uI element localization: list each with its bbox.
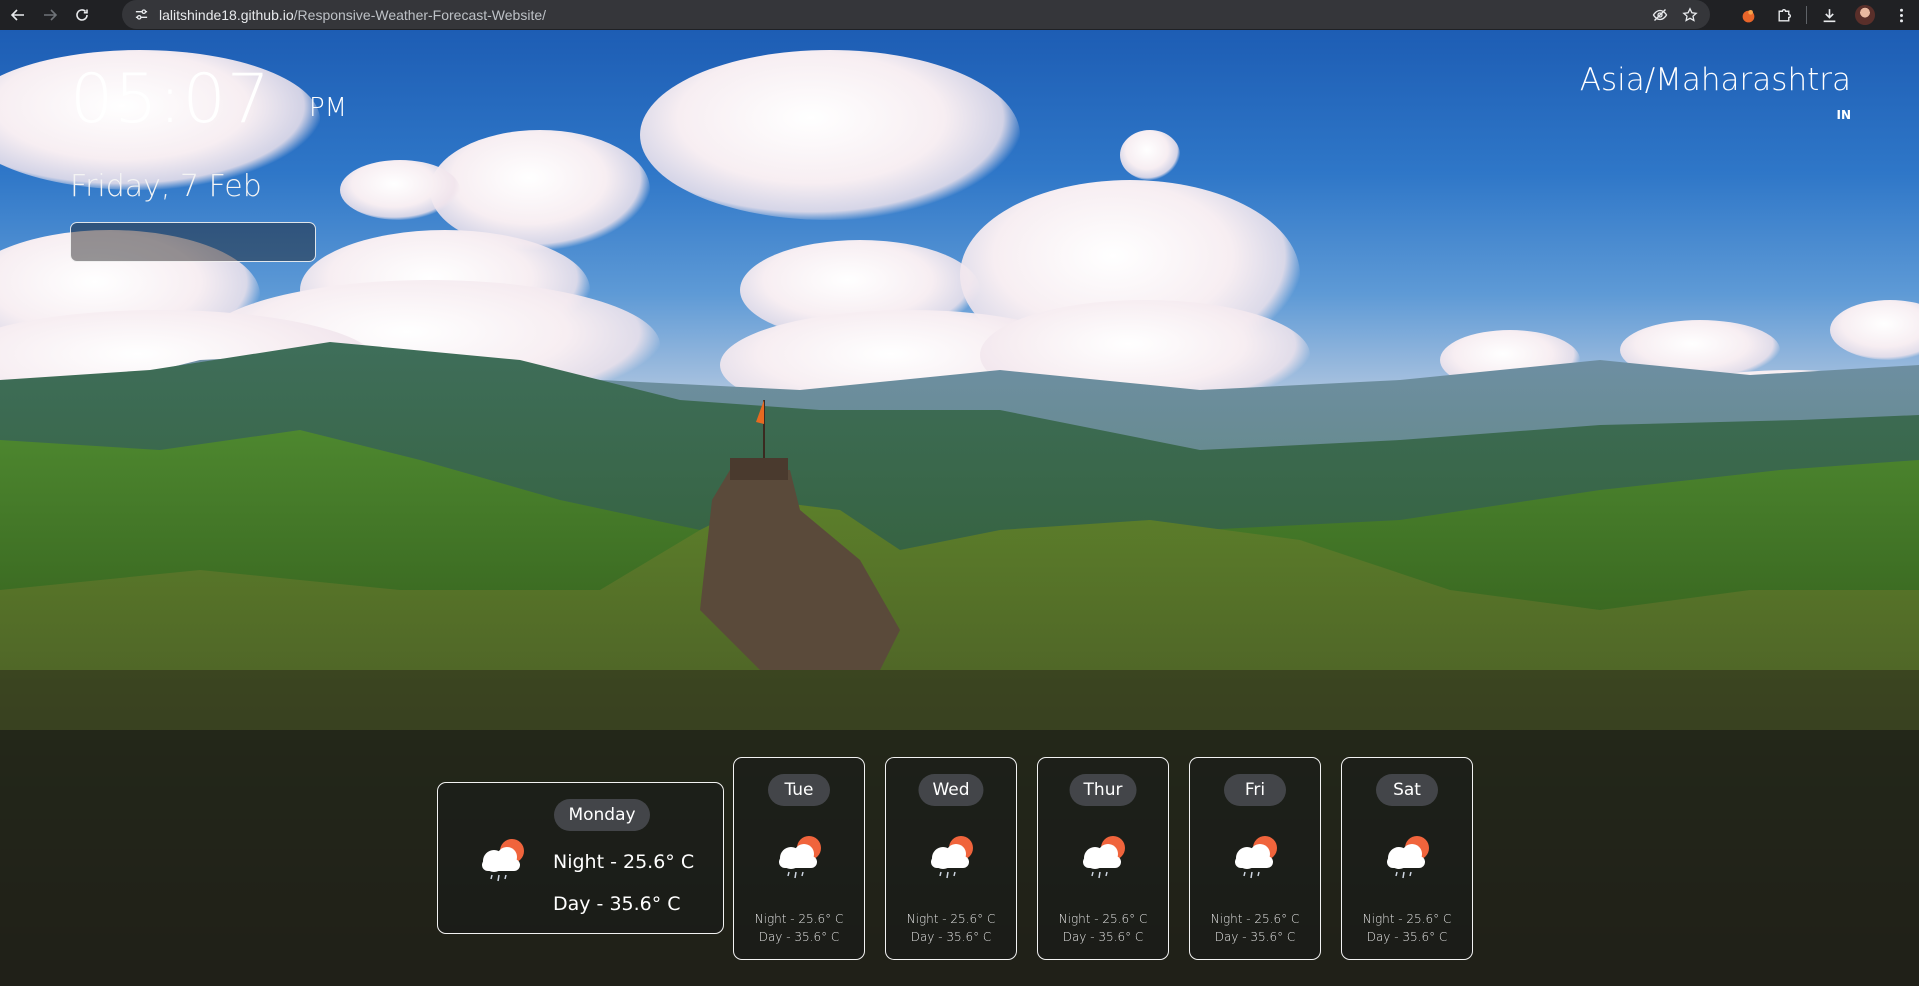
forecast-card-wed: Wed Night - 25.6° C Day - 35.6° C [885,757,1017,960]
forecast-night-temp: Night - 25.6° C [906,912,996,926]
forecast-day-temp: Day - 35.6° C [758,930,840,944]
url-path: /Responsive-Weather-Forecast-Website/ [293,6,547,23]
forecast-night-temp: Night - 25.6° C [1362,912,1452,926]
extension-button[interactable] [1730,0,1766,30]
extensions-menu-button[interactable] [1766,0,1802,30]
forecast-day-temp: Day - 35.6° C [1366,930,1448,944]
cloud-sun-rain-icon [1387,836,1429,879]
country-code: IN [1836,108,1851,122]
today-day-label: Monday [554,799,650,831]
download-icon [1823,8,1835,22]
current-time: 05:07 [70,60,271,139]
forecast-card-sat: Sat Night - 25.6° C Day - 35.6° C [1341,757,1473,960]
forecast-day-label: Tue [768,774,830,806]
forecast-day-label: Wed [918,774,984,806]
forecast-night-temp: Night - 25.6° C [754,912,844,926]
site-info-button[interactable] [127,1,155,29]
cloud-sun-rain-icon [1083,836,1125,879]
am-pm-indicator: PM [308,93,348,123]
avatar [1855,5,1875,25]
cloud-sun-rain-icon [1235,836,1277,879]
current-date: Friday, 7 Feb [70,169,262,204]
forecast-day-label: Sat [1376,774,1438,806]
forecast-card-tue: Tue Night - 25.6° C Day - 35.6° C [733,757,865,960]
toolbar-divider [1806,6,1807,24]
timezone-label: Asia/Maharashtra [1579,62,1851,98]
bookmark-star-icon[interactable] [1682,6,1698,23]
forecast-day-temp: Day - 35.6° C [910,930,992,944]
puzzle-icon [1777,8,1791,22]
today-night-temp: Night - 25.6° C [553,851,695,873]
current-weather-info-box [70,222,316,262]
menu-button[interactable] [1883,0,1919,30]
forward-button[interactable] [36,1,64,29]
cloud-sun-rain-icon [779,836,821,879]
reload-button[interactable] [68,1,96,29]
back-arrow-icon [10,9,24,21]
today-day-temp: Day - 35.6° C [553,893,681,915]
forecast-day-temp: Day - 35.6° C [1214,930,1296,944]
kebab-menu-icon [1899,8,1903,22]
cloud-sun-rain-icon [931,836,973,879]
browser-toolbar: lalitshinde18.github.io/Responsive-Weath… [0,0,1919,30]
eye-slash-icon[interactable] [1652,7,1668,23]
url-text[interactable]: lalitshinde18.github.io/Responsive-Weath… [159,7,546,23]
url-host: lalitshinde18.github.io [159,6,294,23]
downloads-button[interactable] [1811,0,1847,30]
extension-flame-icon [1742,9,1754,22]
reload-icon [76,9,88,21]
forecast-card-fri: Fri Night - 25.6° C Day - 35.6° C [1189,757,1321,960]
cloud-sun-rain-icon [482,839,524,882]
forecast-day-label: Fri [1224,774,1286,806]
address-bar[interactable]: lalitshinde18.github.io/Responsive-Weath… [122,0,1710,29]
today-forecast-card: Monday Night - 25.6° C Day - 35.6° C [437,782,724,934]
clock: 05:07 PM [70,60,347,139]
profile-button[interactable] [1847,0,1883,30]
tune-icon [135,9,147,20]
forecast-card-thur: Thur Night - 25.6° C Day - 35.6° C [1037,757,1169,960]
weather-page: 05:07 PM Friday, 7 Feb Asia/Maharashtra I… [0,30,1919,986]
forecast-day-temp: Day - 35.6° C [1062,930,1144,944]
forecast-night-temp: Night - 25.6° C [1210,912,1300,926]
forecast-day-label: Thur [1069,774,1137,806]
forward-arrow-icon [44,9,58,21]
forecast-night-temp: Night - 25.6° C [1058,912,1148,926]
back-button[interactable] [4,1,32,29]
